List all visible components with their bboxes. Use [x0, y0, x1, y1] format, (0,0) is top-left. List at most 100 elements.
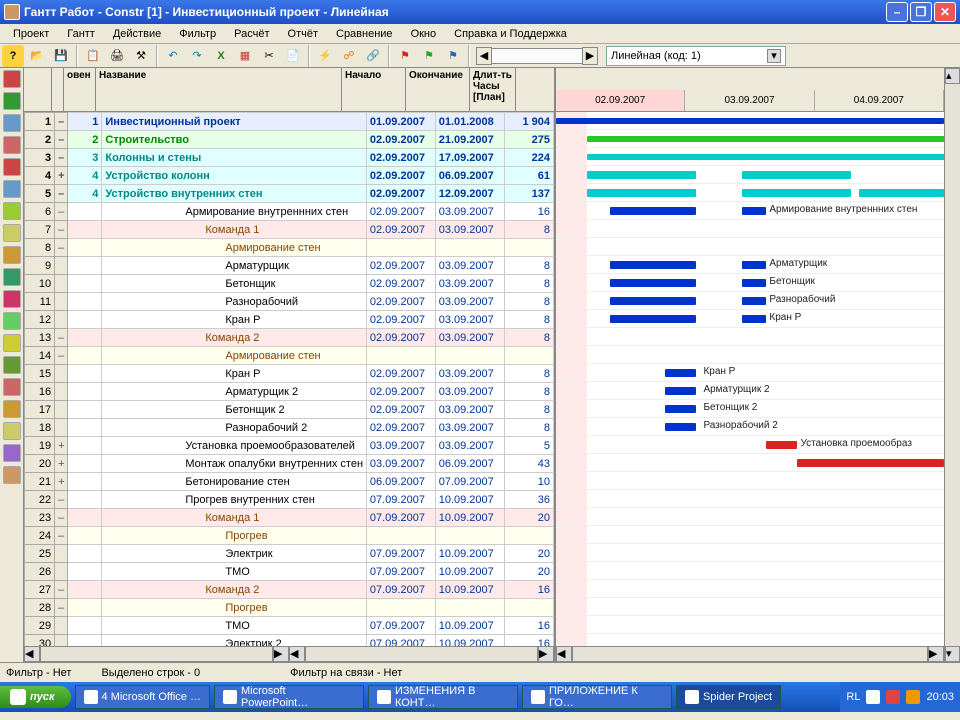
- open-icon[interactable]: 📂: [26, 45, 48, 67]
- sidebar-tool-11[interactable]: [3, 312, 21, 330]
- menu-Окно[interactable]: Окно: [402, 26, 446, 42]
- sidebar-tool-4[interactable]: [3, 158, 21, 176]
- run-icon[interactable]: ⚡: [314, 45, 336, 67]
- timeline-day[interactable]: 03.09.2007: [685, 90, 814, 112]
- gantt-body[interactable]: Армирование внутреннних стенАрматурщикБе…: [556, 112, 944, 646]
- sidebar-tool-7[interactable]: [3, 224, 21, 242]
- tools-icon[interactable]: ⚒: [130, 45, 152, 67]
- gantt-row[interactable]: [556, 220, 944, 238]
- undo-icon[interactable]: ↶: [162, 45, 184, 67]
- table-row[interactable]: 4+4Устройство колонн02.09.200706.09.2007…: [25, 167, 554, 185]
- gantt-row[interactable]: [556, 184, 944, 202]
- start-button[interactable]: пуск: [0, 686, 71, 708]
- tray-icon[interactable]: [866, 690, 880, 704]
- gantt-row[interactable]: [556, 346, 944, 364]
- sidebar-tool-16[interactable]: [3, 422, 21, 440]
- gantt-row[interactable]: Арматурщик 2: [556, 382, 944, 400]
- menu-Гантт[interactable]: Гантт: [58, 26, 104, 42]
- table-row[interactable]: 16Арматурщик 202.09.200703.09.20078: [25, 383, 554, 401]
- gantt-row[interactable]: [556, 238, 944, 256]
- gantt-bar[interactable]: [587, 171, 696, 179]
- gantt-row[interactable]: [556, 634, 944, 646]
- help-icon[interactable]: ?: [2, 45, 24, 67]
- table-row[interactable]: 23–Команда 107.09.200710.09.200720: [25, 509, 554, 527]
- link-icon[interactable]: 🔗: [362, 45, 384, 67]
- flag-blue-icon[interactable]: ⚑: [442, 45, 464, 67]
- table-row[interactable]: 3–3Колонны и стены02.09.200717.09.200722…: [25, 149, 554, 167]
- gantt-row[interactable]: [556, 472, 944, 490]
- gantt-hscroll[interactable]: ◀▶: [556, 646, 944, 662]
- gantt-row[interactable]: [556, 544, 944, 562]
- gantt-bar[interactable]: [742, 315, 765, 323]
- gantt-row[interactable]: [556, 166, 944, 184]
- taskbar-app-button[interactable]: 4 Microsoft Office …: [75, 685, 210, 709]
- gantt-bar[interactable]: [556, 118, 944, 124]
- gantt-row[interactable]: [556, 508, 944, 526]
- gantt-row[interactable]: [556, 454, 944, 472]
- gantt-bar[interactable]: [665, 387, 696, 395]
- sidebar-tool-2[interactable]: [3, 114, 21, 132]
- sidebar-tool-9[interactable]: [3, 268, 21, 286]
- menu-Проект[interactable]: Проект: [4, 26, 58, 42]
- menu-Отчёт[interactable]: Отчёт: [279, 26, 327, 42]
- grid-body[interactable]: 1–1Инвестиционный проект01.09.200701.01.…: [24, 112, 554, 646]
- hdr-index[interactable]: [24, 68, 52, 111]
- sidebar-tool-1[interactable]: [3, 92, 21, 110]
- sidebar-tool-18[interactable]: [3, 466, 21, 484]
- table-row[interactable]: 8–Армирование стен: [25, 239, 554, 257]
- gantt-row[interactable]: [556, 526, 944, 544]
- gantt-row[interactable]: [556, 580, 944, 598]
- copy-icon[interactable]: 📋: [82, 45, 104, 67]
- sidebar-tool-6[interactable]: [3, 202, 21, 220]
- table-row[interactable]: 25Электрик07.09.200710.09.200720: [25, 545, 554, 563]
- flag-green-icon[interactable]: ⚑: [418, 45, 440, 67]
- gantt-bar[interactable]: [610, 207, 695, 215]
- taskbar-app-button[interactable]: ИЗМЕНЕНИЯ В КОНТ…: [368, 685, 518, 709]
- table-row[interactable]: 15Кран Р02.09.200703.09.20078: [25, 365, 554, 383]
- gantt-row[interactable]: [556, 130, 944, 148]
- gantt-row[interactable]: [556, 148, 944, 166]
- paste-icon[interactable]: 📄: [282, 45, 304, 67]
- close-button[interactable]: ✕: [934, 2, 956, 22]
- save-icon[interactable]: 💾: [50, 45, 72, 67]
- gantt-row[interactable]: Кран Р: [556, 310, 944, 328]
- print-icon[interactable]: 🖨: [106, 45, 128, 67]
- sidebar-tool-17[interactable]: [3, 444, 21, 462]
- table-row[interactable]: 29ТМО07.09.200710.09.200716: [25, 617, 554, 635]
- cut-icon[interactable]: ✂: [258, 45, 280, 67]
- table-row[interactable]: 20+Монтаж опалубки внутренних стен03.09.…: [25, 455, 554, 473]
- gantt-bar[interactable]: [742, 171, 851, 179]
- gantt-row[interactable]: Бетонщик: [556, 274, 944, 292]
- gantt-row[interactable]: Бетонщик 2: [556, 400, 944, 418]
- gantt-bar[interactable]: [587, 189, 696, 197]
- gantt-bar[interactable]: [742, 279, 765, 287]
- gantt-bar[interactable]: [610, 279, 695, 287]
- delete-row-icon[interactable]: ▦: [234, 45, 256, 67]
- gantt-row[interactable]: Кран Р: [556, 364, 944, 382]
- gantt-bar[interactable]: [610, 315, 695, 323]
- timeline-day[interactable]: 04.09.2007: [815, 90, 944, 112]
- vertical-scrollbar[interactable]: ▴▾: [944, 68, 960, 662]
- timeline-day[interactable]: 02.09.2007: [556, 90, 685, 112]
- excel-icon[interactable]: X: [210, 45, 232, 67]
- table-row[interactable]: 24–Прогрев: [25, 527, 554, 545]
- hdr-expander[interactable]: [52, 68, 64, 111]
- grid-hscroll[interactable]: ◀▶ ◀▶: [24, 646, 554, 662]
- hdr-end[interactable]: Окончание: [406, 68, 470, 111]
- sidebar-tool-0[interactable]: [3, 70, 21, 88]
- table-row[interactable]: 21+Бетонирование стен06.09.200707.09.200…: [25, 473, 554, 491]
- table-row[interactable]: 1–1Инвестиционный проект01.09.200701.01.…: [25, 113, 554, 131]
- gantt-row[interactable]: [556, 598, 944, 616]
- gantt-bar[interactable]: [665, 423, 696, 431]
- tray-icon[interactable]: [906, 690, 920, 704]
- taskbar-app-button[interactable]: ПРИЛОЖЕНИЕ К ГО…: [522, 685, 672, 709]
- table-row[interactable]: 19+ Установка проемообразователей03.09.2…: [25, 437, 554, 455]
- hdr-start[interactable]: Начало: [342, 68, 406, 111]
- table-row[interactable]: 17Бетонщик 202.09.200703.09.20078: [25, 401, 554, 419]
- menu-Расчёт[interactable]: Расчёт: [225, 26, 278, 42]
- menu-Справка и Поддержка[interactable]: Справка и Поддержка: [445, 26, 576, 42]
- table-row[interactable]: 6–Армирование внутреннних стен02.09.2007…: [25, 203, 554, 221]
- gantt-row[interactable]: Разнорабочий 2: [556, 418, 944, 436]
- gantt-row[interactable]: Армирование внутреннних стен: [556, 202, 944, 220]
- sidebar-tool-8[interactable]: [3, 246, 21, 264]
